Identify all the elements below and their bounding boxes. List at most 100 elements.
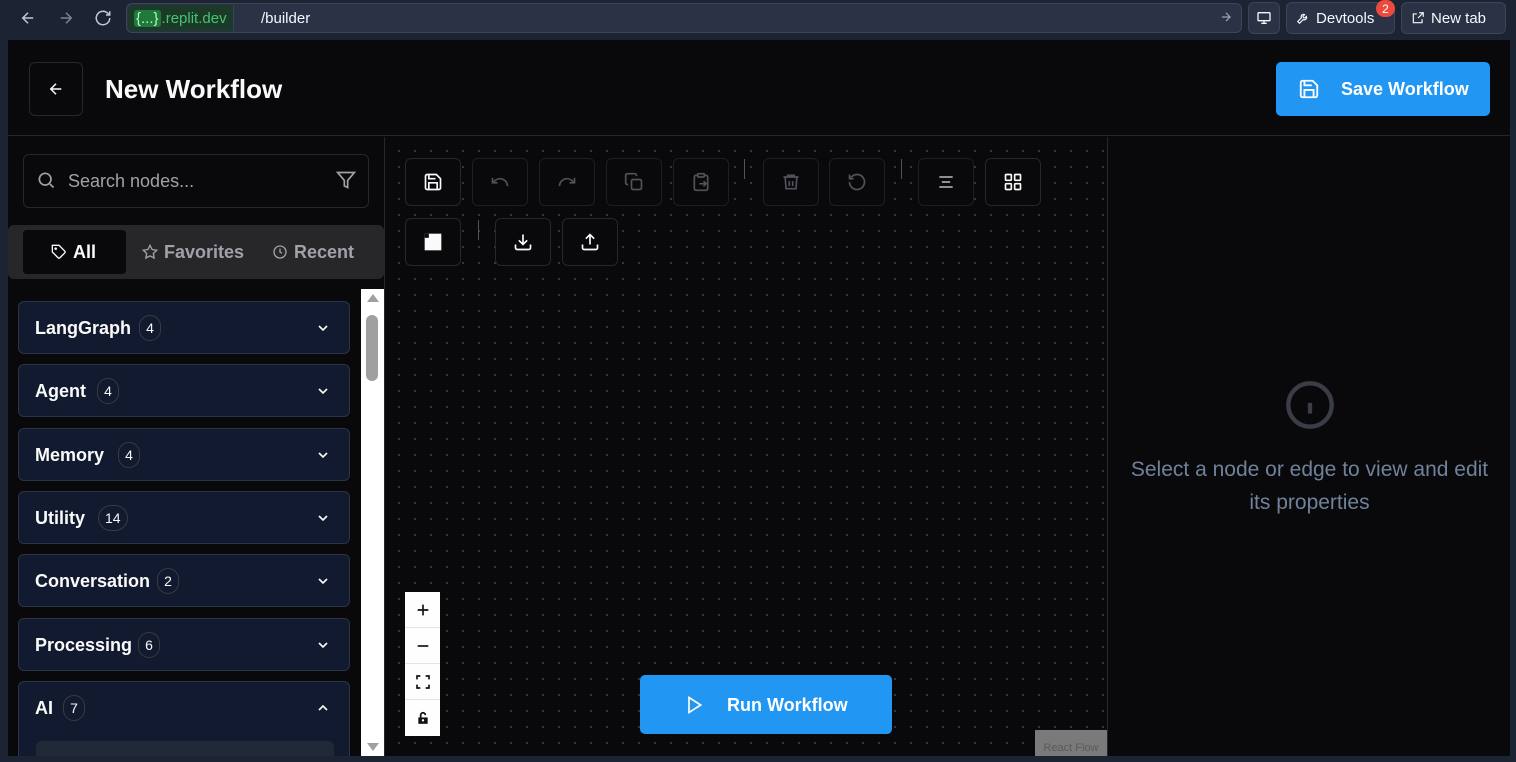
- grid-icon: [1004, 173, 1022, 191]
- category-count: 4: [139, 315, 161, 341]
- paste-button[interactable]: [673, 158, 729, 206]
- back-button[interactable]: [29, 62, 83, 116]
- scroll-thumb[interactable]: [366, 315, 378, 381]
- upload-icon: [581, 233, 599, 251]
- category-name: Processing: [35, 635, 133, 655]
- save-toolbar-button[interactable]: [405, 158, 461, 206]
- screen-button[interactable]: [1248, 2, 1280, 34]
- tab-favorites[interactable]: Favorites: [130, 230, 256, 274]
- node-item[interactable]: [36, 741, 334, 756]
- paste-icon: [693, 172, 709, 192]
- zoom-in-button[interactable]: [405, 592, 440, 628]
- save-icon: [1298, 78, 1320, 100]
- category-langgraph[interactable]: LangGraph 4: [18, 301, 350, 354]
- reset-button[interactable]: [829, 158, 885, 206]
- properties-empty-message: Select a node or edge to view and edit i…: [1130, 458, 1489, 514]
- category-memory[interactable]: Memory 4: [18, 428, 350, 481]
- new-tab-button[interactable]: New tab: [1401, 2, 1506, 34]
- wrench-icon: [1296, 13, 1308, 25]
- search-box: [23, 154, 369, 208]
- category-utility[interactable]: Utility 14: [18, 491, 350, 544]
- tab-recent[interactable]: Recent: [260, 230, 366, 274]
- align-center-icon: [939, 176, 953, 188]
- plus-icon: [417, 604, 428, 615]
- url-host: {...} .replit.dev: [128, 5, 234, 31]
- toolbar-divider: [744, 159, 745, 179]
- download-button[interactable]: [495, 218, 551, 266]
- category-name: LangGraph: [35, 318, 132, 338]
- category-name: AI: [35, 698, 53, 718]
- flow-canvas[interactable]: Run Workflow React Flow: [385, 137, 1107, 756]
- fit-view-icon: [415, 674, 430, 689]
- category-conversation[interactable]: Conversation 2: [18, 554, 350, 607]
- lock-button[interactable]: [405, 700, 440, 736]
- category-count: 7: [63, 695, 85, 721]
- forward-arrow-icon[interactable]: [54, 6, 78, 30]
- external-link-icon: [1412, 12, 1424, 24]
- page-title: New Workflow: [105, 74, 283, 104]
- scroll-down-icon[interactable]: [367, 743, 379, 751]
- star-icon: [142, 244, 158, 260]
- redo-icon: [558, 177, 576, 187]
- tab-recent-label: Recent: [294, 241, 355, 262]
- browser-toolbar: {...} .replit.dev /builder Devtools 2 New…: [0, 0, 1516, 36]
- workflow-builder-app: New Workflow Save Workflow All: [8, 40, 1510, 756]
- trash-icon: [783, 174, 799, 190]
- category-count: 4: [118, 442, 140, 468]
- chevron-down-icon: [315, 637, 331, 653]
- chevron-down-icon: [315, 510, 331, 526]
- sidebar-scrollbar[interactable]: [361, 289, 384, 756]
- filter-icon[interactable]: [336, 170, 356, 190]
- tab-favorites-label: Favorites: [164, 241, 245, 262]
- download-icon: [514, 234, 532, 251]
- minus-icon: [417, 644, 428, 647]
- tab-all[interactable]: All: [23, 230, 126, 274]
- monitor-icon: [1257, 11, 1271, 24]
- toolbar-divider: [901, 159, 902, 179]
- devtools-badge: 2: [1376, 0, 1395, 17]
- category-name: Agent: [35, 381, 86, 401]
- chevron-down-icon: [315, 383, 331, 399]
- url-host-text: .replit.dev: [161, 9, 227, 27]
- scroll-up-icon[interactable]: [367, 294, 379, 302]
- align-button[interactable]: [918, 158, 974, 206]
- category-count: 2: [157, 568, 179, 594]
- save-icon: [424, 173, 442, 191]
- react-flow-attribution[interactable]: React Flow: [1035, 730, 1107, 756]
- back-arrow-icon[interactable]: [16, 6, 40, 30]
- category-name: Utility: [35, 508, 86, 528]
- go-arrow-icon[interactable]: [1219, 10, 1233, 24]
- url-bar[interactable]: {...} .replit.dev /builder: [126, 3, 1242, 33]
- copy-button[interactable]: [606, 158, 662, 206]
- zoom-out-button[interactable]: [405, 628, 440, 664]
- chevron-down-icon: [315, 320, 331, 336]
- upload-button[interactable]: [562, 218, 618, 266]
- devtools-label: Devtools: [1316, 9, 1375, 27]
- category-agent[interactable]: Agent 4: [18, 364, 350, 417]
- info-icon: [1284, 379, 1336, 431]
- search-input[interactable]: [68, 167, 318, 195]
- toolbar-divider: [478, 220, 479, 240]
- url-path: /builder: [261, 10, 311, 27]
- new-tab-label: New tab: [1431, 9, 1487, 27]
- chevron-down-icon: [315, 447, 331, 463]
- delete-button[interactable]: [763, 158, 819, 206]
- layout-grid-button[interactable]: [985, 158, 1041, 206]
- node-tabs: All Favorites Recent: [8, 225, 384, 279]
- rotate-ccw-icon: [848, 173, 866, 191]
- reload-icon[interactable]: [91, 6, 115, 30]
- category-ai[interactable]: AI 7: [18, 681, 350, 756]
- category-processing[interactable]: Processing 6: [18, 618, 350, 671]
- undo-button[interactable]: [472, 158, 528, 206]
- run-workflow-button[interactable]: Run Workflow: [640, 675, 892, 734]
- redo-button[interactable]: [539, 158, 595, 206]
- category-count: 6: [138, 632, 160, 658]
- minimap-toggle-button[interactable]: [405, 218, 461, 266]
- run-workflow-label: Run Workflow: [727, 695, 848, 715]
- copy-icon: [624, 172, 643, 191]
- undo-icon: [491, 177, 509, 187]
- category-name: Memory: [35, 445, 105, 465]
- fit-view-button[interactable]: [405, 664, 440, 700]
- save-workflow-button[interactable]: Save Workflow: [1276, 62, 1490, 116]
- tab-all-label: All: [73, 241, 97, 262]
